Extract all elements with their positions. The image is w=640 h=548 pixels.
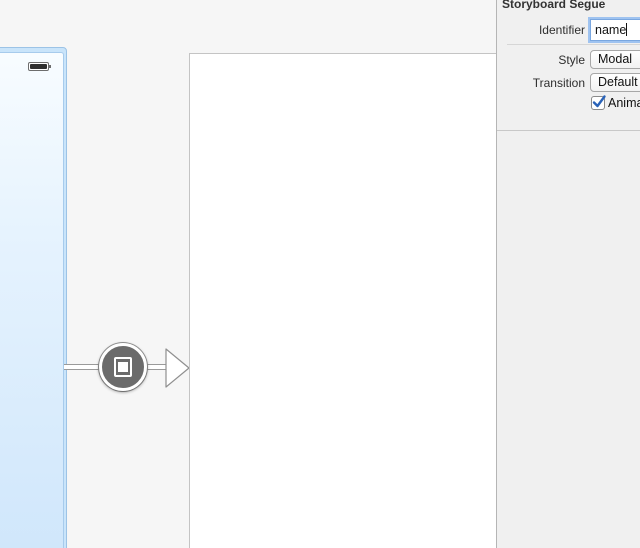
identifier-value: name bbox=[595, 23, 627, 37]
identifier-label: Identifier bbox=[538, 23, 585, 37]
battery-icon bbox=[28, 62, 51, 71]
transition-value: Default bbox=[598, 75, 638, 89]
segue-arrow-icon bbox=[165, 348, 190, 388]
modal-segue-icon bbox=[114, 357, 132, 377]
attributes-inspector: Storyboard Segue Identifier name Style M… bbox=[496, 0, 640, 548]
destination-view-controller-scene[interactable] bbox=[189, 53, 496, 548]
transition-label: Transition bbox=[532, 76, 585, 90]
source-view-controller-scene[interactable] bbox=[0, 47, 67, 548]
segue-node[interactable] bbox=[99, 343, 147, 391]
text-caret bbox=[626, 23, 628, 36]
storyboard-canvas[interactable] bbox=[0, 0, 496, 548]
identifier-field[interactable]: name bbox=[590, 19, 640, 41]
divider bbox=[507, 44, 640, 45]
animates-label[interactable]: Animates bbox=[608, 96, 640, 110]
section-title: Storyboard Segue bbox=[502, 0, 606, 11]
style-popup[interactable]: Modal bbox=[590, 50, 640, 69]
style-value: Modal bbox=[598, 52, 633, 66]
transition-popup[interactable]: Default bbox=[590, 73, 640, 92]
source-view[interactable] bbox=[0, 52, 64, 548]
style-label: Style bbox=[558, 53, 585, 67]
animates-checkbox[interactable] bbox=[591, 95, 606, 110]
checkmark-icon bbox=[592, 95, 606, 108]
section-divider bbox=[497, 130, 640, 131]
